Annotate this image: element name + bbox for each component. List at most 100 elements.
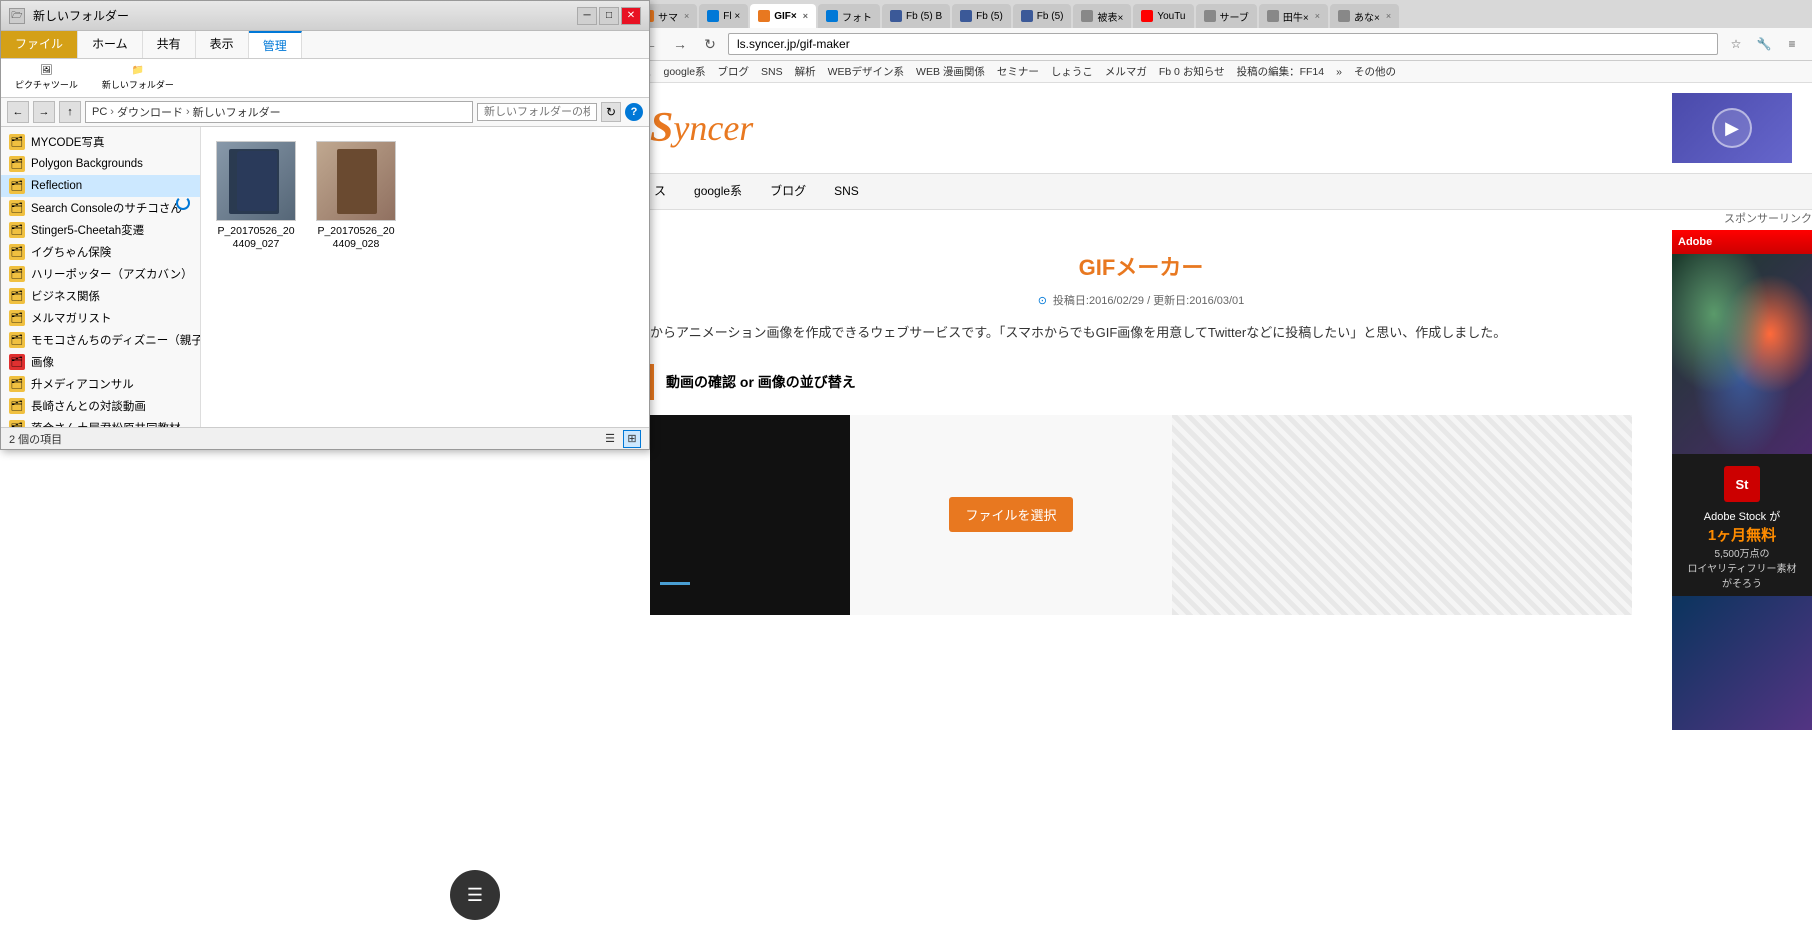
- file-explorer-window: 🗁 新しいフォルダー ─ □ ✕ ファイル ホーム 共有 表示 管理 🖼 ピクチ…: [0, 0, 650, 450]
- scroll-top-button[interactable]: ☰: [450, 870, 500, 920]
- folder-icon: 🗂: [9, 398, 25, 414]
- sidebar: 🗂 MYCODE写真 🗂 Polygon Backgrounds 🗂 Refle…: [1, 127, 201, 427]
- back-button[interactable]: ←: [7, 101, 29, 123]
- bookmark-webmanga[interactable]: WEB 漫画関係: [913, 63, 988, 80]
- clock-icon: ⊙: [1038, 294, 1047, 307]
- sidebar-item-business[interactable]: 🗂 ビジネス関係: [1, 285, 200, 307]
- browser-tab-photo[interactable]: フォト: [818, 4, 880, 28]
- close-button[interactable]: ✕: [621, 7, 641, 25]
- tab-favicon: [890, 10, 902, 22]
- browser-tab-serve[interactable]: サーブ: [1196, 4, 1257, 28]
- forward-button[interactable]: →: [33, 101, 55, 123]
- help-icon[interactable]: ?: [625, 103, 643, 121]
- gif-upload-area: ファイルを選択: [850, 415, 1172, 615]
- thumbnail-image-1: [217, 141, 295, 221]
- sponsor-sidebar: スポンサーリンク Adobe St Adobe Stock が 1ヶ月無料 5,…: [1652, 210, 1812, 730]
- explorer-main: 🗂 MYCODE写真 🗂 Polygon Backgrounds 🗂 Refle…: [1, 127, 649, 427]
- nav-item[interactable]: google系: [690, 174, 746, 209]
- bookmark-analysis[interactable]: 解析: [792, 63, 819, 80]
- search-input[interactable]: [477, 103, 597, 121]
- menu-button[interactable]: ≡: [1780, 32, 1804, 56]
- adobe-text-2: 1ヶ月無料: [1680, 524, 1804, 545]
- sidebar-item-polygon[interactable]: 🗂 Polygon Backgrounds: [1, 153, 200, 175]
- sidebar-item-mycode[interactable]: 🗂 MYCODE写真: [1, 131, 200, 153]
- folder-icon: 🗂: [9, 310, 25, 326]
- browser-forward-button[interactable]: →: [668, 32, 692, 56]
- ribbon-newfolder-btn[interactable]: 📁 新しいフォルダー: [96, 63, 180, 93]
- tab-file[interactable]: ファイル: [1, 31, 78, 58]
- tab-home[interactable]: ホーム: [78, 31, 143, 58]
- extension-button[interactable]: 🔧: [1752, 32, 1776, 56]
- play-icon: ▶: [1712, 108, 1752, 148]
- nav-item[interactable]: SNS: [830, 176, 863, 208]
- list-view-button[interactable]: ☰: [601, 430, 619, 448]
- bookmark-blog[interactable]: ブログ: [715, 63, 753, 80]
- nav-item[interactable]: ブログ: [766, 174, 810, 209]
- ribbon-manage-btn[interactable]: 🖼 ピクチャツール: [9, 63, 84, 93]
- sidebar-item-searchconsole[interactable]: 🗂 Search Consoleのサチコさん: [1, 197, 200, 219]
- file-label-1: P_20170526_204409_027: [215, 225, 297, 250]
- section-header: 動画の確認 or 画像の並び替え: [650, 364, 1632, 400]
- item-count: 2 個の項目: [9, 431, 62, 447]
- tab-share[interactable]: 共有: [143, 31, 196, 58]
- ribbon-tabs: ファイル ホーム 共有 表示 管理: [1, 31, 649, 58]
- adobe-stock-section: St Adobe Stock が 1ヶ月無料 5,500万点の ロイヤリティフリ…: [1672, 454, 1812, 596]
- sidebar-item-gazo[interactable]: 🗂 画像: [1, 351, 200, 373]
- bookmark-other[interactable]: その他の: [1351, 63, 1399, 80]
- tab-view[interactable]: 表示: [196, 31, 249, 58]
- tab-manage[interactable]: 管理: [249, 31, 302, 58]
- browser-tab-fl[interactable]: Fl ×: [699, 4, 748, 28]
- sidebar-item-reflection[interactable]: 🗂 Reflection: [1, 175, 200, 197]
- browser-tab-fb3[interactable]: Fb (5): [1013, 4, 1072, 28]
- bookmark-merumaga[interactable]: メルマガ: [1102, 63, 1150, 80]
- list-item[interactable]: P_20170526_204409_028: [311, 137, 401, 254]
- refresh-button[interactable]: ↻: [601, 102, 621, 122]
- sidebar-item-momoko[interactable]: 🗂 モモコさんちのディズニー（親子でデ: [1, 329, 200, 351]
- bookmark-google[interactable]: google系: [661, 63, 709, 80]
- list-item[interactable]: P_20170526_204409_027: [211, 137, 301, 254]
- sponsor-title: スポンサーリンク: [1652, 210, 1812, 226]
- sidebar-item-harry[interactable]: 🗂 ハリーポッター（アズカバン）: [1, 263, 200, 285]
- browser-action-buttons: ☆ 🔧 ≡: [1724, 32, 1804, 56]
- browser-chrome: サマ × Fl × GIF× × フォト Fb (5) B: [630, 0, 1812, 83]
- browser-tab-tagyu[interactable]: 田牛× ×: [1259, 4, 1328, 28]
- file-select-button[interactable]: ファイルを選択: [949, 497, 1072, 532]
- sidebar-item-masu[interactable]: 🗂 升メディアコンサル: [1, 373, 200, 395]
- browser-tab-gif[interactable]: GIF× ×: [750, 4, 816, 28]
- bookmark-post[interactable]: 投稿の編集：FF14: [1234, 63, 1328, 80]
- folder-icon: 🗂: [9, 222, 25, 238]
- adobe-ad-banner[interactable]: Adobe St Adobe Stock が 1ヶ月無料 5,500万点の ロイ…: [1672, 230, 1812, 730]
- bookmark-fb[interactable]: Fb 0 お知らせ: [1156, 63, 1228, 80]
- bookmark-more[interactable]: »: [1333, 65, 1345, 79]
- browser-url-input[interactable]: [728, 33, 1718, 55]
- description-text: からアニメーション画像を作成できるウェブサービスです。「スマホからでもGIF画像…: [650, 323, 1632, 344]
- sidebar-item-melma[interactable]: 🗂 メルマガリスト: [1, 307, 200, 329]
- sidebar-item-ochiai[interactable]: 🗂 落合さん土屋君松原共同教材: [1, 417, 200, 427]
- bookmark-webdesign[interactable]: WEBデザイン系: [825, 63, 907, 80]
- up-button[interactable]: ↑: [59, 101, 81, 123]
- browser-tab-fb2[interactable]: Fb (5): [952, 4, 1011, 28]
- sidebar-item-nagasaki[interactable]: 🗂 長崎さんとの対談動画: [1, 395, 200, 417]
- address-path[interactable]: PC › ダウンロード › 新しいフォルダー: [85, 101, 473, 123]
- browser-tab-fb1[interactable]: Fb (5) B: [882, 4, 950, 28]
- bookmark-shoko[interactable]: しょうこ: [1048, 63, 1096, 80]
- browser-tab-youtube[interactable]: YouTu: [1133, 4, 1193, 28]
- bookmark-sns[interactable]: SNS: [758, 65, 786, 79]
- nav-item[interactable]: ス: [650, 174, 670, 209]
- thumbnail-view-button[interactable]: ⊞: [623, 430, 641, 448]
- tab-favicon: [826, 10, 838, 22]
- folder-icon: 🗂: [9, 178, 25, 194]
- sidebar-item-stinger[interactable]: 🗂 Stinger5-Cheetah変遷: [1, 219, 200, 241]
- sidebar-item-igu[interactable]: 🗂 イグちゃん保険: [1, 241, 200, 263]
- browser-tab-hyo[interactable]: 被表×: [1073, 4, 1131, 28]
- browser-tab-ana[interactable]: あな× ×: [1330, 4, 1399, 28]
- browser-area: サマ × Fl × GIF× × フォト Fb (5) B: [630, 0, 1812, 940]
- browser-tabs: サマ × Fl × GIF× × フォト Fb (5) B: [630, 0, 1812, 28]
- tab-favicon: [1338, 10, 1350, 22]
- file-thumbnail-2: [316, 141, 396, 221]
- minimize-button[interactable]: ─: [577, 7, 597, 25]
- browser-refresh-button[interactable]: ↻: [698, 32, 722, 56]
- maximize-button[interactable]: □: [599, 7, 619, 25]
- star-button[interactable]: ☆: [1724, 32, 1748, 56]
- bookmark-seminar[interactable]: セミナー: [994, 63, 1042, 80]
